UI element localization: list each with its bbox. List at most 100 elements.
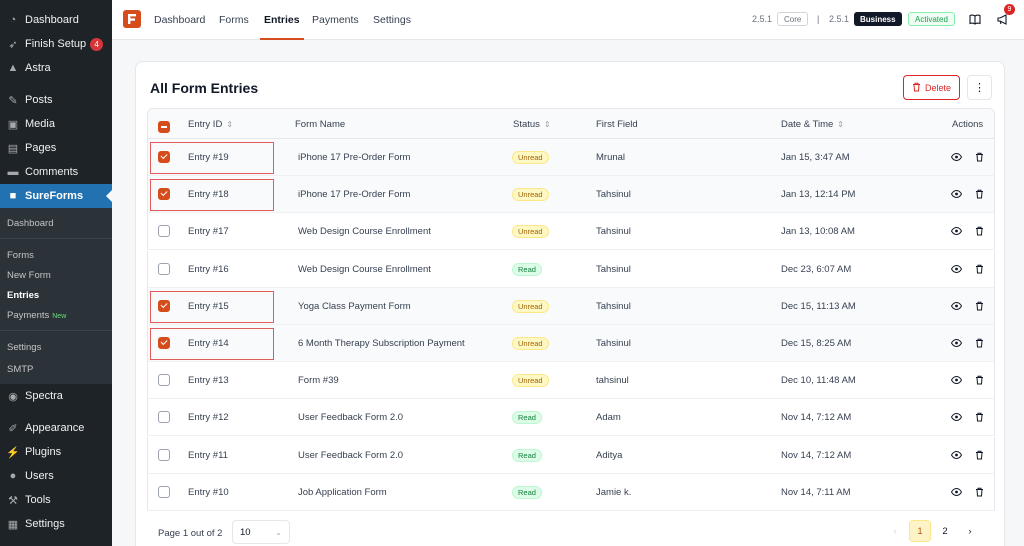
delete-trash-icon[interactable] (973, 486, 985, 498)
book-icon[interactable] (968, 12, 982, 26)
sidebar-item-astra[interactable]: ▲ Astra (0, 56, 112, 80)
form-name: User Feedback Form 2.0 (298, 412, 404, 424)
header-entry-id[interactable]: Entry ID ⇕ (188, 119, 233, 130)
view-eye-icon[interactable] (950, 300, 962, 312)
page-2-button[interactable]: 2 (934, 520, 956, 542)
submenu-settings[interactable]: Settings (7, 342, 41, 353)
sidebar-item-appearance[interactable]: ✐ Appearance (0, 416, 112, 440)
entry-id[interactable]: Entry #18 (188, 189, 229, 200)
business-version: 2.5.1 (829, 14, 850, 24)
entry-id[interactable]: Entry #13 (188, 375, 229, 386)
view-eye-icon[interactable] (950, 337, 962, 349)
sidebar-item-sureforms[interactable]: ■ SureForms (0, 184, 112, 208)
wrench-icon: ⚒ (8, 494, 18, 507)
submenu-smtp[interactable]: SMTP (7, 364, 33, 375)
entry-id[interactable]: Entry #19 (188, 152, 229, 163)
sidebar-item-spectra[interactable]: ◉ Spectra (0, 384, 112, 408)
prev-page-button[interactable]: ‹ (884, 520, 906, 542)
sort-icon: ⇕ (543, 120, 551, 129)
view-eye-icon[interactable] (950, 151, 962, 163)
row-checkbox[interactable] (158, 411, 170, 424)
table-row[interactable]: Entry #17 Web Design Course Enrollment Unr… (147, 213, 995, 251)
entry-id[interactable]: Entry #16 (188, 264, 229, 275)
delete-trash-icon[interactable] (973, 374, 985, 386)
more-options-button[interactable]: ⋮ (967, 75, 992, 100)
table-row[interactable]: Entry #13 Form #39 Unread tahsinul Dec 10, 1… (147, 362, 995, 400)
nav-entries[interactable]: Entries (260, 0, 304, 40)
entry-id[interactable]: Entry #14 (188, 338, 229, 349)
delete-trash-icon[interactable] (973, 263, 985, 275)
row-checkbox[interactable] (158, 374, 170, 387)
nav-forms[interactable]: Forms (219, 0, 249, 40)
plug-icon: ⚡ (6, 446, 20, 459)
nav-payments[interactable]: Payments (312, 0, 359, 40)
date-time: Dec 15, 8:25 AM (781, 338, 852, 349)
user-icon: ● (9, 470, 17, 482)
first-field: Tahsinul (596, 226, 631, 238)
delete-trash-icon[interactable] (973, 188, 985, 200)
submenu-forms[interactable]: Forms (7, 250, 34, 261)
delete-trash-icon[interactable] (973, 411, 985, 423)
entry-id[interactable]: Entry #11 (188, 450, 228, 461)
delete-button[interactable]: Delete (903, 75, 960, 100)
next-page-button[interactable]: › (959, 520, 981, 542)
pages-icon: ▤ (7, 142, 19, 155)
page-1-button[interactable]: 1 (909, 520, 931, 542)
sidebar-item-comments[interactable]: ▬ Comments (0, 160, 112, 184)
entries-card: All Form Entries Delete ⋮ Entry ID ⇕ Form… (135, 61, 1005, 546)
submenu-payments[interactable]: Payments New (7, 310, 66, 321)
submenu-entries[interactable]: Entries (7, 290, 39, 301)
table-row[interactable]: Entry #11 User Feedback Form 2.0 Read Adity… (147, 436, 995, 474)
delete-trash-icon[interactable] (973, 300, 985, 312)
table-row[interactable]: Entry #10 Job Application Form Read Jamie k… (147, 473, 995, 511)
view-eye-icon[interactable] (950, 374, 962, 386)
nav-dashboard[interactable]: Dashboard (154, 0, 205, 40)
row-checkbox[interactable] (158, 448, 170, 461)
table-row[interactable]: Entry #16 Web Design Course Enrollment Rea… (147, 250, 995, 288)
sidebar-item-pages[interactable]: ▤ Pages (0, 136, 112, 160)
select-all-checkbox[interactable] (158, 121, 170, 133)
nav-settings[interactable]: Settings (373, 0, 411, 40)
view-eye-icon[interactable] (950, 188, 962, 200)
view-eye-icon[interactable] (950, 486, 962, 498)
row-checkbox[interactable] (158, 299, 170, 312)
sidebar-item-settings[interactable]: ▦ Settings (0, 512, 112, 536)
table-row[interactable]: Entry #14 6 Month Therapy Subscription Pa… (147, 325, 995, 362)
submenu-dashboard[interactable]: Dashboard (7, 218, 53, 229)
view-eye-icon[interactable] (950, 449, 962, 461)
header-date-time[interactable]: Date & Time ⇕ (781, 119, 844, 130)
sidebar-item-plugins[interactable]: ⚡ Plugins (0, 440, 112, 464)
view-eye-icon[interactable] (950, 411, 962, 423)
sidebar-item-users[interactable]: ● Users (0, 464, 112, 488)
row-checkbox[interactable] (158, 262, 170, 275)
table-row[interactable]: Entry #19 iPhone 17 Pre-Order Form Unread M… (147, 139, 995, 176)
delete-trash-icon[interactable] (973, 151, 985, 163)
table-row[interactable]: Entry #15 Yoga Class Payment Form Unread Ta… (147, 287, 995, 325)
view-eye-icon[interactable] (950, 225, 962, 237)
row-checkbox[interactable] (158, 485, 170, 498)
delete-trash-icon[interactable] (973, 337, 985, 349)
sidebar-item-tools[interactable]: ⚒ Tools (0, 488, 112, 512)
row-checkbox[interactable] (158, 337, 170, 349)
entry-id[interactable]: Entry #12 (188, 412, 229, 423)
delete-trash-icon[interactable] (973, 225, 985, 237)
entry-id[interactable]: Entry #10 (188, 487, 229, 498)
sidebar-item-media[interactable]: ▣ Media (0, 112, 112, 136)
trash-icon (912, 82, 921, 94)
per-page-select[interactable]: 10 ⌄ (232, 520, 290, 544)
sidebar-item-posts[interactable]: ✎ Posts (0, 88, 112, 112)
row-checkbox[interactable] (158, 188, 170, 201)
sureforms-logo[interactable] (123, 10, 141, 28)
entry-id[interactable]: Entry #17 (188, 226, 229, 237)
delete-trash-icon[interactable] (973, 449, 985, 461)
header-status[interactable]: Status ⇕ (513, 119, 551, 130)
submenu-new-form[interactable]: New Form (7, 270, 51, 281)
row-checkbox[interactable] (158, 225, 170, 238)
sidebar-item-dashboard[interactable]: ◔ Dashboard (0, 8, 112, 32)
entry-id[interactable]: Entry #15 (188, 301, 229, 312)
view-eye-icon[interactable] (950, 263, 962, 275)
table-row[interactable]: Entry #18 iPhone 17 Pre-Order Form Unread T… (147, 176, 995, 214)
sidebar-item-finish-setup[interactable]: ➶ Finish Setup 4 (0, 32, 112, 56)
table-row[interactable]: Entry #12 User Feedback Form 2.0 Read Adam N… (147, 399, 995, 437)
row-checkbox[interactable] (158, 151, 170, 163)
